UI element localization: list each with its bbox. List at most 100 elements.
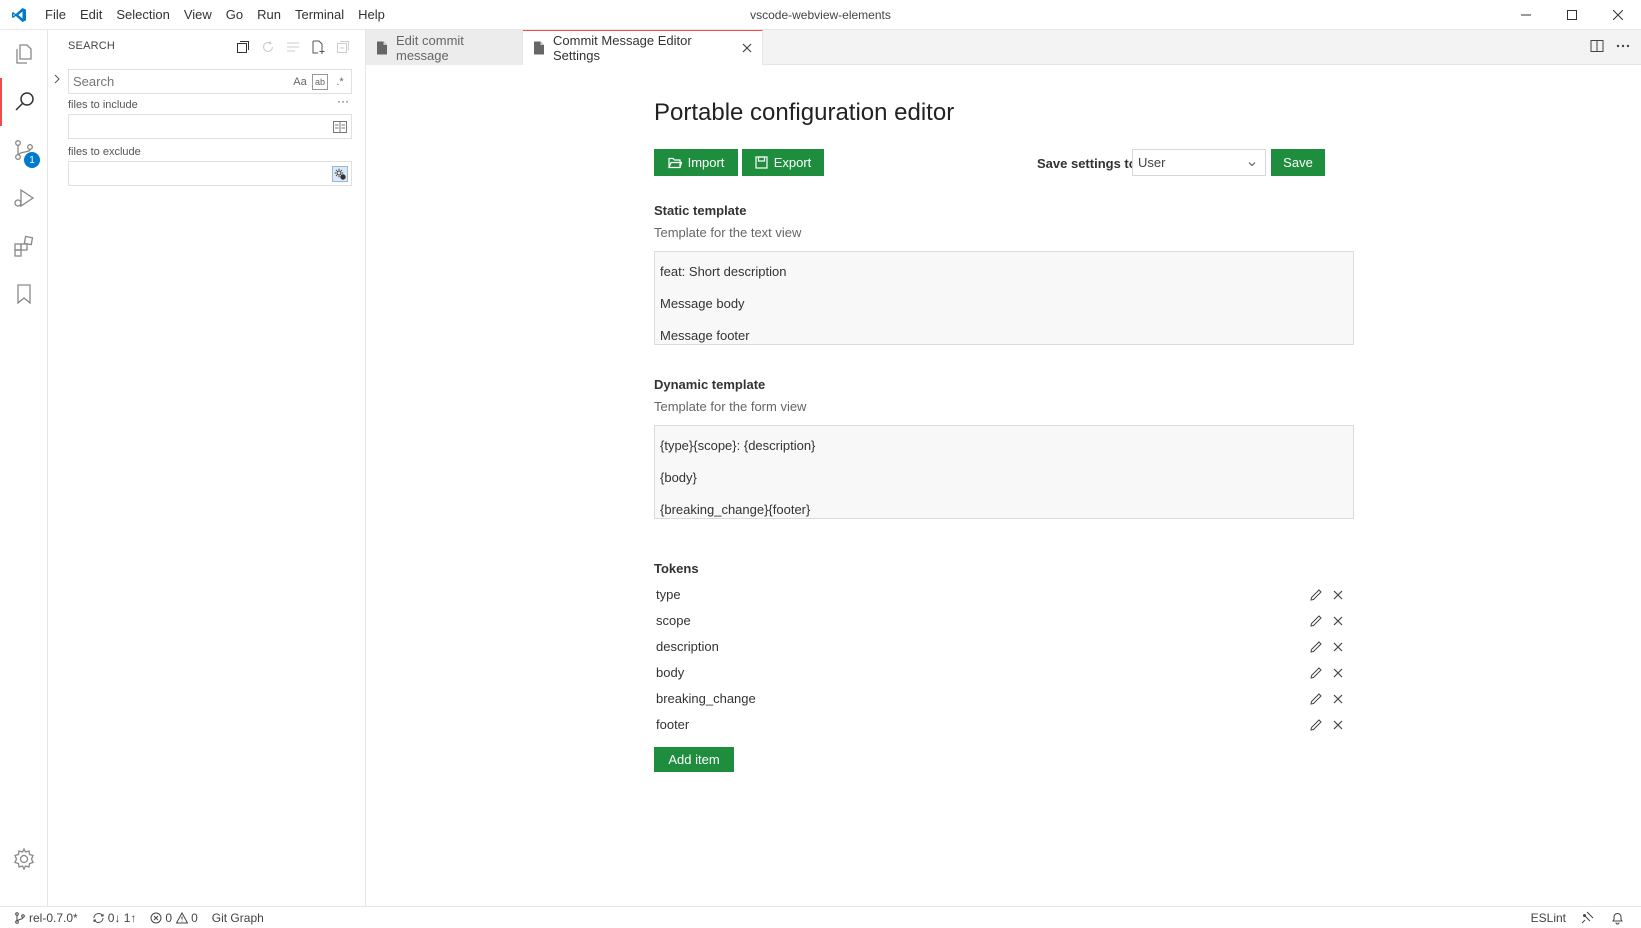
static-template-textarea[interactable]: feat: Short description Message body Mes… xyxy=(654,251,1354,345)
bookmark-icon[interactable] xyxy=(0,270,48,318)
menu-view[interactable]: View xyxy=(177,0,219,30)
token-row: breaking_change xyxy=(654,687,1354,713)
search-sidebar: SEARCH Aa ab .* ··· files to include fil… xyxy=(48,30,366,906)
menu-bar: File Edit Selection View Go Run Terminal… xyxy=(38,0,392,30)
run-debug-icon[interactable] xyxy=(0,174,48,222)
open-editors-only-icon[interactable] xyxy=(332,119,348,135)
git-graph-button[interactable]: Git Graph xyxy=(212,911,264,925)
tab-commit-message-editor-settings[interactable]: Commit Message Editor Settings xyxy=(523,30,763,65)
token-name: scope xyxy=(656,613,691,628)
delete-x-icon[interactable] xyxy=(1330,665,1346,681)
edit-pencil-icon[interactable] xyxy=(1308,639,1324,655)
sync-status[interactable]: 0↓ 1↑ xyxy=(92,911,137,925)
more-options-icon[interactable]: ··· xyxy=(337,94,349,108)
dynamic-template-title: Dynamic template xyxy=(654,377,766,392)
add-item-label: Add item xyxy=(668,752,720,767)
save-target-select[interactable]: User xyxy=(1132,149,1266,176)
sync-counts: 0↓ 1↑ xyxy=(107,911,137,925)
close-window-icon[interactable] xyxy=(1595,0,1641,30)
delete-x-icon[interactable] xyxy=(1330,587,1346,603)
exclude-label: files to exclude xyxy=(68,146,141,158)
edit-pencil-icon[interactable] xyxy=(1308,717,1324,733)
file-icon xyxy=(376,41,388,55)
tokens-title: Tokens xyxy=(654,561,699,576)
close-icon[interactable] xyxy=(742,43,752,53)
refresh-icon[interactable] xyxy=(259,38,276,55)
dynamic-template-line: {breaking_change}{footer} xyxy=(660,502,811,517)
menu-go[interactable]: Go xyxy=(219,0,250,30)
feedback-icon[interactable] xyxy=(1580,911,1597,925)
whole-word-icon[interactable]: ab xyxy=(312,74,328,90)
minimize-icon[interactable] xyxy=(1503,0,1549,30)
new-search-editor-icon[interactable] xyxy=(309,38,326,55)
delete-x-icon[interactable] xyxy=(1330,691,1346,707)
add-item-button[interactable]: Add item xyxy=(654,747,734,772)
error-count: 0 xyxy=(165,911,173,925)
file-icon xyxy=(533,41,545,55)
open-editor-icon[interactable] xyxy=(234,38,251,55)
menu-edit[interactable]: Edit xyxy=(73,0,109,30)
sidebar-title: SEARCH xyxy=(68,40,116,52)
chevron-down-icon xyxy=(1247,157,1257,172)
edit-pencil-icon[interactable] xyxy=(1308,613,1324,629)
token-name: breaking_change xyxy=(656,691,756,706)
menu-help[interactable]: Help xyxy=(351,0,392,30)
edit-pencil-icon[interactable] xyxy=(1308,665,1324,681)
dynamic-template-subtitle: Template for the form view xyxy=(654,399,807,414)
token-row: body xyxy=(654,661,1354,687)
eslint-status[interactable]: ESLint xyxy=(1531,911,1566,925)
static-template-line: Message footer xyxy=(660,328,750,343)
export-button[interactable]: Export xyxy=(742,149,824,176)
use-exclude-settings-icon[interactable] xyxy=(332,166,348,182)
toggle-replace-chevron-icon[interactable] xyxy=(52,73,62,88)
title-bar: File Edit Selection View Go Run Terminal… xyxy=(0,0,1641,30)
include-input[interactable] xyxy=(69,115,351,138)
delete-x-icon[interactable] xyxy=(1330,639,1346,655)
save-disk-icon xyxy=(755,156,768,169)
import-button[interactable]: Import xyxy=(654,149,738,176)
exclude-input[interactable] xyxy=(69,162,351,185)
menu-selection[interactable]: Selection xyxy=(109,0,176,30)
extensions-icon[interactable] xyxy=(0,222,48,270)
vscode-logo-icon xyxy=(0,0,38,30)
branch-name: rel-0.7.0* xyxy=(29,911,78,925)
git-branch-icon xyxy=(15,912,25,924)
notifications-bell-icon[interactable] xyxy=(1611,911,1627,925)
source-control-icon[interactable]: 1 xyxy=(0,126,48,174)
editor-actions xyxy=(1589,38,1631,57)
dynamic-template-line: {type}{scope}: {description} xyxy=(660,438,816,453)
dynamic-template-textarea[interactable]: {type}{scope}: {description} {body} {bre… xyxy=(654,425,1354,519)
match-case-icon[interactable]: Aa xyxy=(292,74,308,90)
problems-status[interactable]: 0 0 xyxy=(150,911,198,925)
split-editor-icon[interactable] xyxy=(1589,38,1605,57)
regex-icon[interactable]: .* xyxy=(332,74,348,90)
gear-icon[interactable] xyxy=(0,835,48,883)
source-control-badge: 1 xyxy=(24,152,40,168)
tab-label: Edit commit message xyxy=(396,32,464,63)
search-icon[interactable] xyxy=(0,78,48,126)
edit-pencil-icon[interactable] xyxy=(1308,691,1324,707)
clear-results-icon[interactable] xyxy=(284,38,301,55)
edit-pencil-icon[interactable] xyxy=(1308,587,1324,603)
token-row: scope xyxy=(654,609,1354,635)
window-controls xyxy=(1503,0,1641,30)
folder-icon xyxy=(667,157,682,169)
explorer-icon[interactable] xyxy=(0,30,48,78)
maximize-icon[interactable] xyxy=(1549,0,1595,30)
menu-file[interactable]: File xyxy=(38,0,73,30)
token-row: footer xyxy=(654,713,1354,739)
menu-terminal[interactable]: Terminal xyxy=(288,0,351,30)
warning-count: 0 xyxy=(191,911,198,925)
sidebar-actions xyxy=(234,38,351,55)
save-target-value: User xyxy=(1138,155,1166,170)
save-button[interactable]: Save xyxy=(1271,149,1325,176)
delete-x-icon[interactable] xyxy=(1330,613,1346,629)
delete-x-icon[interactable] xyxy=(1330,717,1346,733)
more-actions-icon[interactable] xyxy=(1615,38,1631,57)
search-box: Aa ab .* xyxy=(68,69,352,94)
menu-run[interactable]: Run xyxy=(250,0,288,30)
sync-icon xyxy=(93,913,104,923)
collapse-all-icon[interactable] xyxy=(334,38,351,55)
branch-status[interactable]: rel-0.7.0* xyxy=(14,911,78,925)
tab-edit-commit-message[interactable]: Edit commit message xyxy=(366,30,523,65)
